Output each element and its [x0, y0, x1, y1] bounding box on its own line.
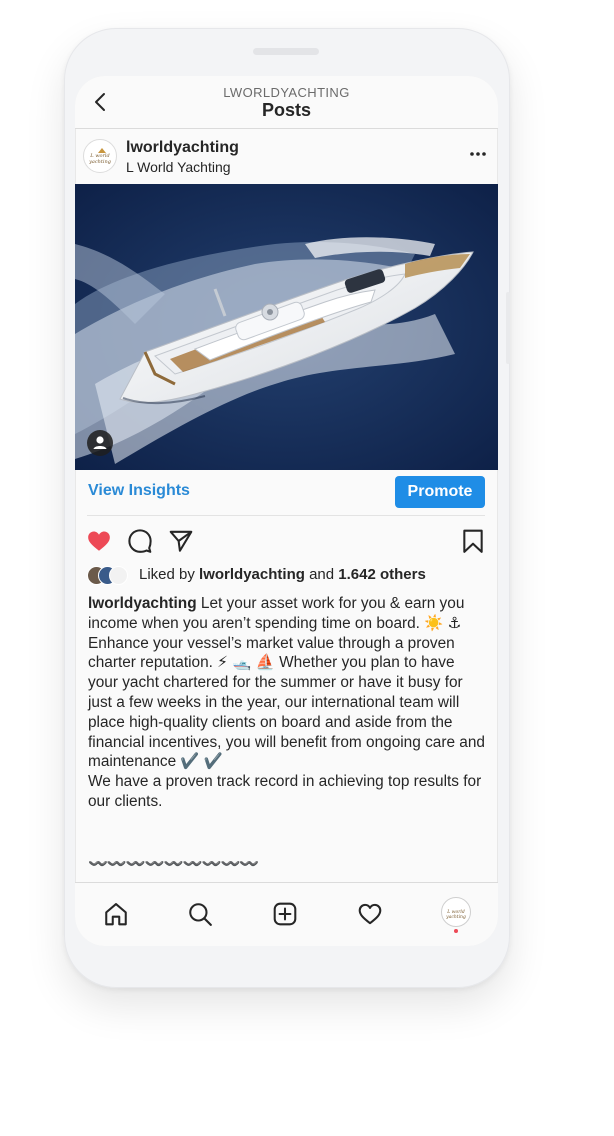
share-icon[interactable]	[168, 528, 194, 554]
account-name: LWORLDYACHTING	[223, 85, 350, 100]
avatar-logo-text: L world yachting	[89, 153, 111, 165]
profile-icon[interactable]: L world yachting	[441, 897, 471, 927]
view-insights-link[interactable]: View Insights	[88, 482, 190, 500]
user-tag-icon	[93, 436, 107, 449]
bottom-navigation: L world yachting	[75, 882, 498, 946]
heart-icon[interactable]	[86, 528, 112, 554]
liked-by-and: and	[309, 566, 335, 583]
caption-username[interactable]: lworldyachting	[88, 595, 197, 612]
profile-logo-text: L world yachting	[446, 910, 466, 920]
new-post-icon[interactable]	[272, 901, 298, 927]
home-icon[interactable]	[103, 901, 129, 927]
post-avatar[interactable]: L world yachting	[83, 139, 117, 173]
caption-paragraph-3: We have a proven track record in achievi…	[88, 773, 482, 810]
likes-summary[interactable]: Liked by lworldyachting and 1.642 others	[139, 566, 426, 583]
top-bar: LWORLDYACHTING Posts	[75, 76, 498, 129]
post-caption: lworldyachting Let your asset work for y…	[88, 594, 488, 812]
caption-paragraph-2: Enhance your vessel’s market value throu…	[88, 634, 485, 771]
bookmark-icon[interactable]	[460, 528, 486, 554]
app-screen: LWORLDYACHTING Posts L world yachting lw…	[75, 76, 498, 946]
search-icon[interactable]	[187, 901, 213, 927]
phone-side-button	[506, 292, 510, 364]
post-image[interactable]	[75, 184, 498, 470]
notification-dot	[454, 929, 458, 933]
user-tag-button[interactable]	[87, 430, 113, 456]
liker-avatars[interactable]	[87, 566, 135, 585]
post-username[interactable]: lworldyachting	[126, 139, 239, 157]
activity-heart-icon[interactable]	[357, 901, 383, 927]
liked-by-user[interactable]: lworldyachting	[199, 566, 305, 583]
comment-icon[interactable]	[127, 528, 153, 554]
yacht-photo	[75, 184, 498, 470]
more-options-icon[interactable]	[468, 144, 488, 164]
liked-by-prefix: Liked by	[139, 566, 195, 583]
page-title: Posts	[261, 100, 312, 120]
divider	[87, 515, 485, 516]
liked-by-count[interactable]: 1.642 others	[338, 566, 426, 583]
caption-wave-line: 〰️〰️〰️〰️〰️〰️〰️〰️〰️	[88, 856, 259, 873]
liker-avatar	[109, 566, 128, 585]
promote-button[interactable]: Promote	[395, 476, 485, 508]
phone-speaker	[253, 48, 319, 55]
post-full-name: L World Yachting	[126, 159, 231, 175]
